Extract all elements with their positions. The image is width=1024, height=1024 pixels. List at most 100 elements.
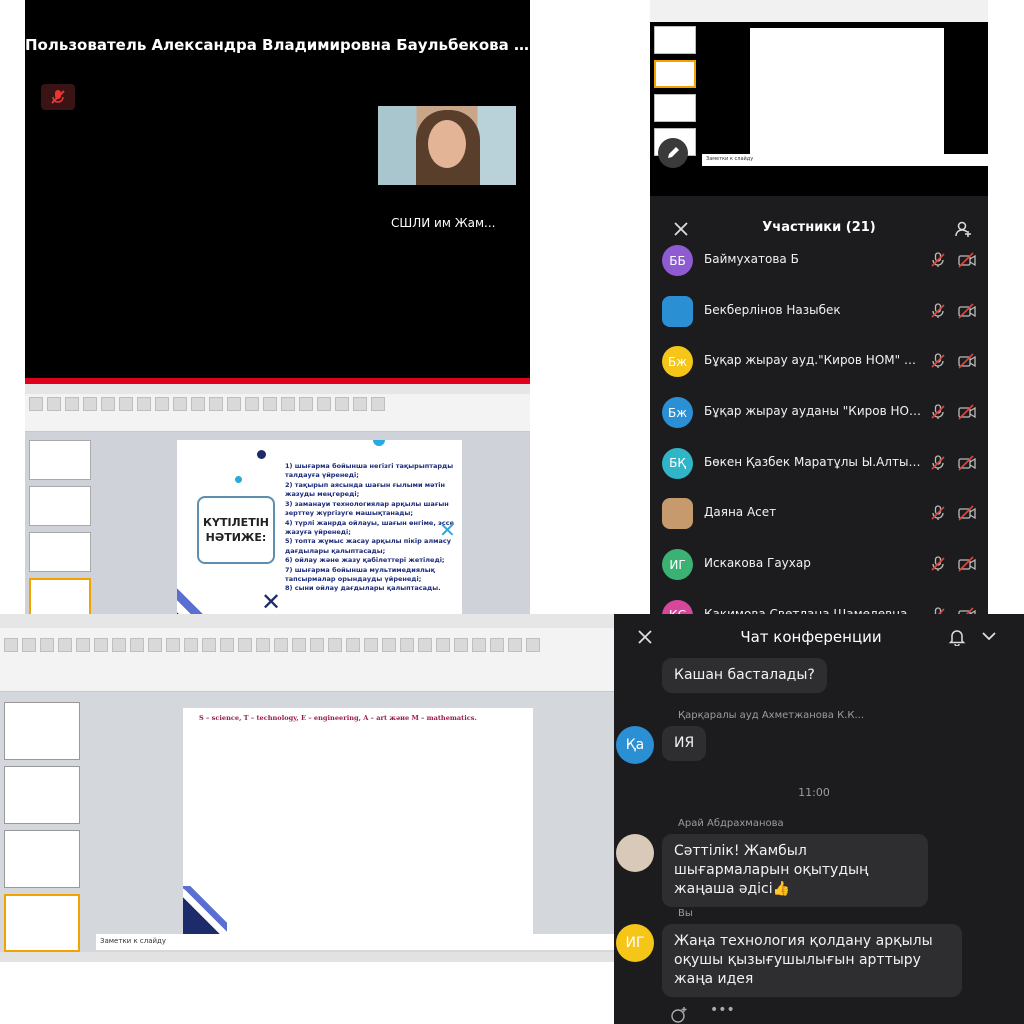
expected-result-list: 1) шығарма бойынша негізгі тақырыптарды … — [285, 462, 457, 594]
slide-thumbnail-selected[interactable] — [654, 60, 696, 88]
slide-thumbnail[interactable] — [654, 94, 696, 122]
expected-result-item: 3) заманауи технологиялар арқылы шағын з… — [285, 499, 449, 518]
expected-result-item: 7) шығарма бойынша мультимедиялық тапсыр… — [285, 565, 436, 584]
slide-thumbnail-selected[interactable] — [4, 894, 80, 952]
decor-x-icon: ✕ — [261, 588, 282, 614]
presentation-window: S – science, T – technology, E – enginee… — [0, 614, 614, 962]
slide-thumbnail[interactable] — [4, 702, 80, 760]
chat-avatar-photo — [616, 834, 654, 872]
participant-row[interactable]: Бж Бұқар жырау ауданы "Киров НОМ... — [650, 387, 988, 438]
join-notification: Пользователь Александра Владимировна Бау… — [25, 36, 530, 54]
slide-thumbnail[interactable] — [29, 440, 91, 480]
camera-off-icon[interactable] — [958, 404, 976, 420]
participants-panel: Заметки к слайду Участники (21) ББ Баймух… — [650, 0, 988, 614]
mic-muted-icon[interactable] — [930, 252, 946, 268]
phone-slide-notes[interactable]: Заметки к слайду — [702, 154, 988, 166]
participant-name: Даяна Асет — [704, 505, 777, 520]
slide-notes[interactable]: Заметки к слайду — [96, 934, 614, 950]
expected-result-item: 2) тақырып аясында шағын ғылыми мәтін жа… — [285, 480, 445, 499]
decor-x-icon: ✕ — [439, 518, 456, 542]
participant-row[interactable]: КС Какимова Светлана Шамелевна — [650, 590, 988, 614]
chat-message: Сәттілік! Жамбыл шығармаларын оқытудың ж… — [662, 834, 928, 907]
participant-avatar-photo — [662, 295, 693, 327]
slide-canvas: S – science, T – technology, E – enginee… — [183, 708, 533, 934]
participant-avatar: Бж — [662, 397, 693, 429]
camera-off-icon[interactable] — [958, 353, 976, 369]
bell-icon[interactable] — [948, 628, 966, 646]
ribbon-tools[interactable] — [25, 394, 530, 414]
expected-result-item: 5) топта жұмыс жасау арқылы пікір алмасу… — [285, 537, 451, 555]
slide-canvas: КҮТІЛЕТІН НӘТИЖЕ: 1) шығарма бойынша нег… — [177, 440, 462, 614]
participant-row[interactable]: ИГ Искакова Гаухар — [650, 539, 988, 590]
camera-off-icon[interactable] — [958, 505, 976, 522]
expected-result-item: 1) шығарма бойынша негізгі тақырыптарды … — [285, 462, 454, 480]
mic-muted-icon[interactable] — [930, 556, 946, 572]
camera-off-icon[interactable] — [958, 252, 976, 268]
camera-off-icon[interactable] — [958, 556, 976, 572]
add-reaction-icon[interactable] — [670, 1006, 688, 1024]
slide-thumbnail[interactable] — [4, 766, 80, 824]
mic-muted-icon[interactable] — [930, 505, 946, 521]
mic-muted-icon[interactable] — [930, 404, 946, 420]
participant-row[interactable]: Бекберлінов Назыбек — [650, 286, 988, 337]
participant-row[interactable]: Бж Бұқар жырау ауд."Киров НОМ" Ба... — [650, 336, 988, 387]
expected-result-item: 8) сыни ойлау дағдылары қалыптасады. — [285, 584, 441, 593]
mic-muted-icon[interactable] — [930, 607, 946, 614]
participants-title: Участники (21) — [762, 220, 876, 235]
participant-avatar: Бж — [662, 346, 693, 378]
slide-thumbnail[interactable] — [29, 486, 91, 526]
participant-name: Бөкен Қазбек Маратұлы Ы.Алтын... — [704, 454, 922, 469]
slide-thumbnails — [29, 440, 97, 614]
participant-row[interactable]: ББ Баймухатова Б — [650, 235, 988, 286]
status-bar — [0, 952, 614, 962]
participant-name: Бұқар жырау ауданы "Киров НОМ... — [704, 404, 922, 419]
chat-panel: Чат конференции Кашан басталады? Қарқара… — [614, 614, 1024, 1024]
slide-thumbnails — [4, 702, 82, 958]
video-call-panel: Пользователь Александра Владимировна Бау… — [25, 0, 530, 614]
decor-stripe — [177, 574, 217, 614]
ribbon — [0, 614, 614, 692]
chat-message: Жаңа технология қолдану арқылы оқушы қыз… — [662, 924, 962, 997]
ribbon — [25, 384, 530, 432]
shared-presentation: КҮТІЛЕТІН НӘТИЖЕ: 1) шығарма бойынша нег… — [25, 384, 530, 614]
participant-name: Искакова Гаухар — [704, 556, 811, 571]
slide-thumbnail[interactable] — [29, 532, 91, 572]
participant-avatar: БҚ — [662, 447, 693, 479]
participants-list: ББ Баймухатова Б Бекберлінов Назыбек Бж Бұқа… — [650, 235, 988, 614]
chat-sender: Арай Абдрахманова — [678, 818, 784, 829]
mic-muted-icon[interactable] — [930, 353, 946, 369]
decor-dot — [373, 440, 385, 446]
participant-row[interactable]: БҚ Бөкен Қазбек Маратұлы Ы.Алтын... — [650, 438, 988, 489]
participant-video[interactable] — [378, 106, 516, 185]
participant-name: Баймухатова Б — [704, 252, 799, 266]
mic-muted-icon[interactable] — [930, 455, 946, 471]
participant-name: Бекберлінов Назыбек — [704, 302, 841, 317]
participant-name: Бұқар жырау ауд."Киров НОМ" Ба... — [704, 353, 922, 368]
phone-slide-preview: Заметки к слайду — [650, 0, 988, 196]
camera-off-icon[interactable] — [958, 303, 976, 319]
camera-off-icon[interactable] — [958, 607, 976, 614]
phone-slide-canvas — [750, 28, 944, 154]
slide-thumbnail[interactable] — [4, 830, 80, 888]
slide-thumbnail-selected[interactable] — [29, 578, 91, 614]
more-options-icon[interactable]: ••• — [710, 1002, 735, 1018]
ribbon-tabs[interactable] — [0, 614, 614, 628]
participant-avatar-photo — [662, 498, 693, 530]
camera-off-icon[interactable] — [958, 455, 976, 471]
expected-result-item: 4) түрлі жанрда ойлауы, шағын өнгіме, эс… — [285, 518, 455, 536]
mic-muted-icon[interactable] — [930, 303, 946, 319]
participant-avatar: ББ — [662, 245, 693, 276]
ribbon-tabs[interactable] — [25, 384, 530, 394]
decor-dot — [235, 476, 242, 483]
chat-avatar: ИГ — [616, 924, 654, 962]
pencil-icon[interactable] — [658, 138, 688, 168]
chevron-down-icon[interactable] — [982, 632, 996, 642]
participant-avatar: КС — [662, 599, 693, 614]
participant-row[interactable]: Даяна Асет — [650, 488, 988, 539]
expected-result-box: КҮТІЛЕТІН НӘТИЖЕ: — [197, 496, 275, 564]
ribbon-tools[interactable] — [0, 628, 614, 655]
chat-message: Кашан басталады? — [662, 658, 827, 693]
chat-time: 11:00 — [798, 786, 830, 799]
slide-thumbnail[interactable] — [654, 26, 696, 54]
mic-muted-icon[interactable] — [41, 84, 75, 110]
